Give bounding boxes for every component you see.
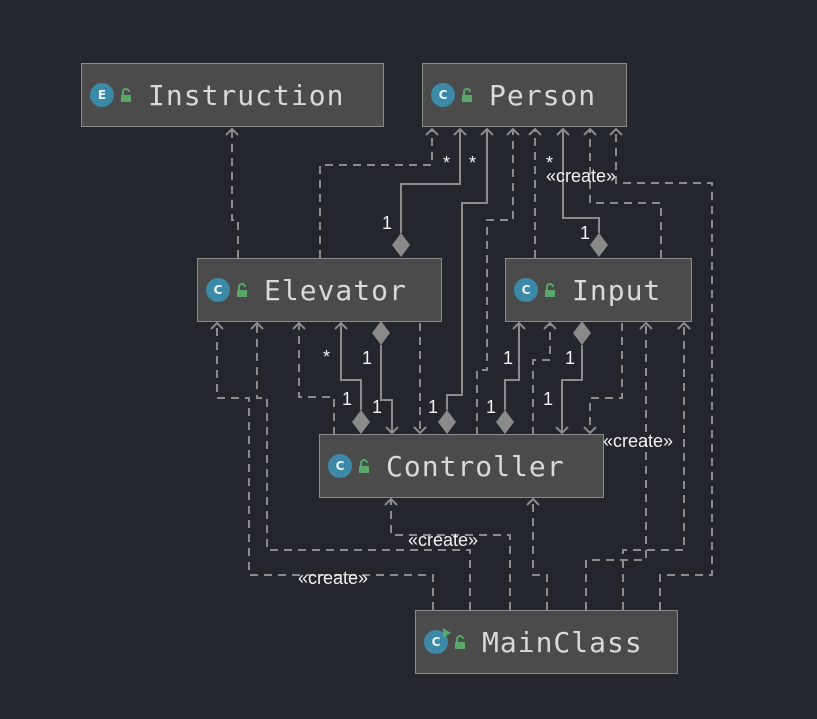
- class-input[interactable]: C Input: [505, 258, 692, 322]
- edge-elevator-person-dep: [319, 127, 439, 258]
- class-controller[interactable]: C Controller: [319, 434, 604, 498]
- multiplicity-label: 1: [372, 397, 383, 417]
- multiplicity-label: 1: [565, 348, 576, 368]
- class-icon: C: [328, 454, 352, 478]
- class-name: Controller: [386, 449, 565, 483]
- class-instruction[interactable]: E Instruction: [81, 63, 384, 127]
- diamond-elevator-controller: [372, 321, 390, 345]
- multiplicity-label: 1: [342, 389, 353, 409]
- public-lock-icon: [237, 283, 247, 297]
- edge-elevator-controller-comp: [380, 345, 399, 435]
- edge-controller-elevator-dep: [292, 321, 335, 435]
- multiplicity-label: *: [469, 153, 477, 173]
- edge-mainclass-person: [609, 127, 713, 610]
- diamond-input-person: [590, 233, 608, 257]
- edge-controller-input-dep: [532, 321, 557, 435]
- diamond-elevator-person: [392, 233, 410, 257]
- diamond-controller-person: [438, 410, 456, 434]
- multiplicity-label: *: [323, 347, 331, 367]
- diamond-input-controller: [573, 321, 591, 345]
- edge-elevator-instruction: [225, 127, 239, 258]
- multiplicity-label: 1: [362, 348, 373, 368]
- multiplicity-label: 1: [580, 223, 591, 243]
- multiplicity-label: 1: [486, 397, 497, 417]
- diamond-controller-input: [496, 410, 514, 434]
- class-name: Instruction: [148, 78, 345, 112]
- class-person[interactable]: C Person: [422, 63, 627, 127]
- class-name: MainClass: [482, 625, 643, 659]
- class-icon: C: [514, 278, 538, 302]
- public-lock-icon: [462, 88, 472, 102]
- class-elevator[interactable]: C Elevator: [197, 258, 442, 322]
- stereotype-label: «create»: [603, 431, 674, 451]
- class-mainclass[interactable]: C MainClass: [415, 610, 678, 674]
- stereotype-label: «create»: [408, 530, 479, 550]
- stereotype-label: «create»: [546, 166, 617, 186]
- public-lock-icon: [545, 283, 555, 297]
- edge-elevator-person-comp: [400, 127, 467, 233]
- class-name: Input: [572, 273, 662, 307]
- class-icon: C: [206, 278, 230, 302]
- uml-class-diagram: E Instruction C Person C Elevator C Inpu…: [0, 0, 817, 719]
- class-icon: C: [431, 83, 455, 107]
- diamond-controller-elevator: [352, 410, 370, 434]
- multiplicity-label: *: [443, 153, 451, 173]
- multiplicity-label: 1: [503, 348, 514, 368]
- edge-mainclass-controller-create: [384, 497, 511, 610]
- edge-controller-person-comp: [446, 127, 494, 410]
- stereotype-label: «create»: [298, 568, 369, 588]
- main-class-icon: C: [424, 628, 451, 654]
- edge-mainclass-input-b: [622, 321, 691, 610]
- class-name: Elevator: [264, 273, 407, 307]
- multiplicity-label: 1: [543, 389, 554, 409]
- public-lock-icon: [121, 88, 131, 102]
- multiplicity-label: 1: [382, 213, 393, 233]
- enum-icon: E: [90, 83, 114, 107]
- class-name: Person: [489, 78, 597, 112]
- multiplicity-label: 1: [428, 397, 439, 417]
- public-lock-icon: [359, 459, 369, 473]
- edge-input-controller-create: [583, 323, 623, 435]
- public-lock-icon: [455, 635, 465, 649]
- edge-mainclass-controller: [526, 497, 548, 610]
